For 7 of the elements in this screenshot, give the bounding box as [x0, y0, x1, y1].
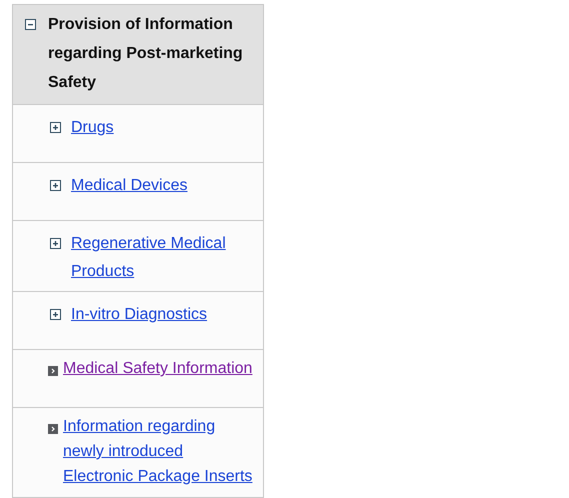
- expand-icon[interactable]: [50, 238, 61, 249]
- menu-link[interactable]: Drugs: [71, 114, 114, 142]
- expand-icon[interactable]: [50, 180, 61, 191]
- expand-icon[interactable]: [50, 309, 61, 320]
- collapse-icon[interactable]: [25, 19, 36, 30]
- menu-heading: Provision of Information regarding Post-marketing Safety: [48, 15, 244, 93]
- expand-icon[interactable]: [50, 122, 61, 133]
